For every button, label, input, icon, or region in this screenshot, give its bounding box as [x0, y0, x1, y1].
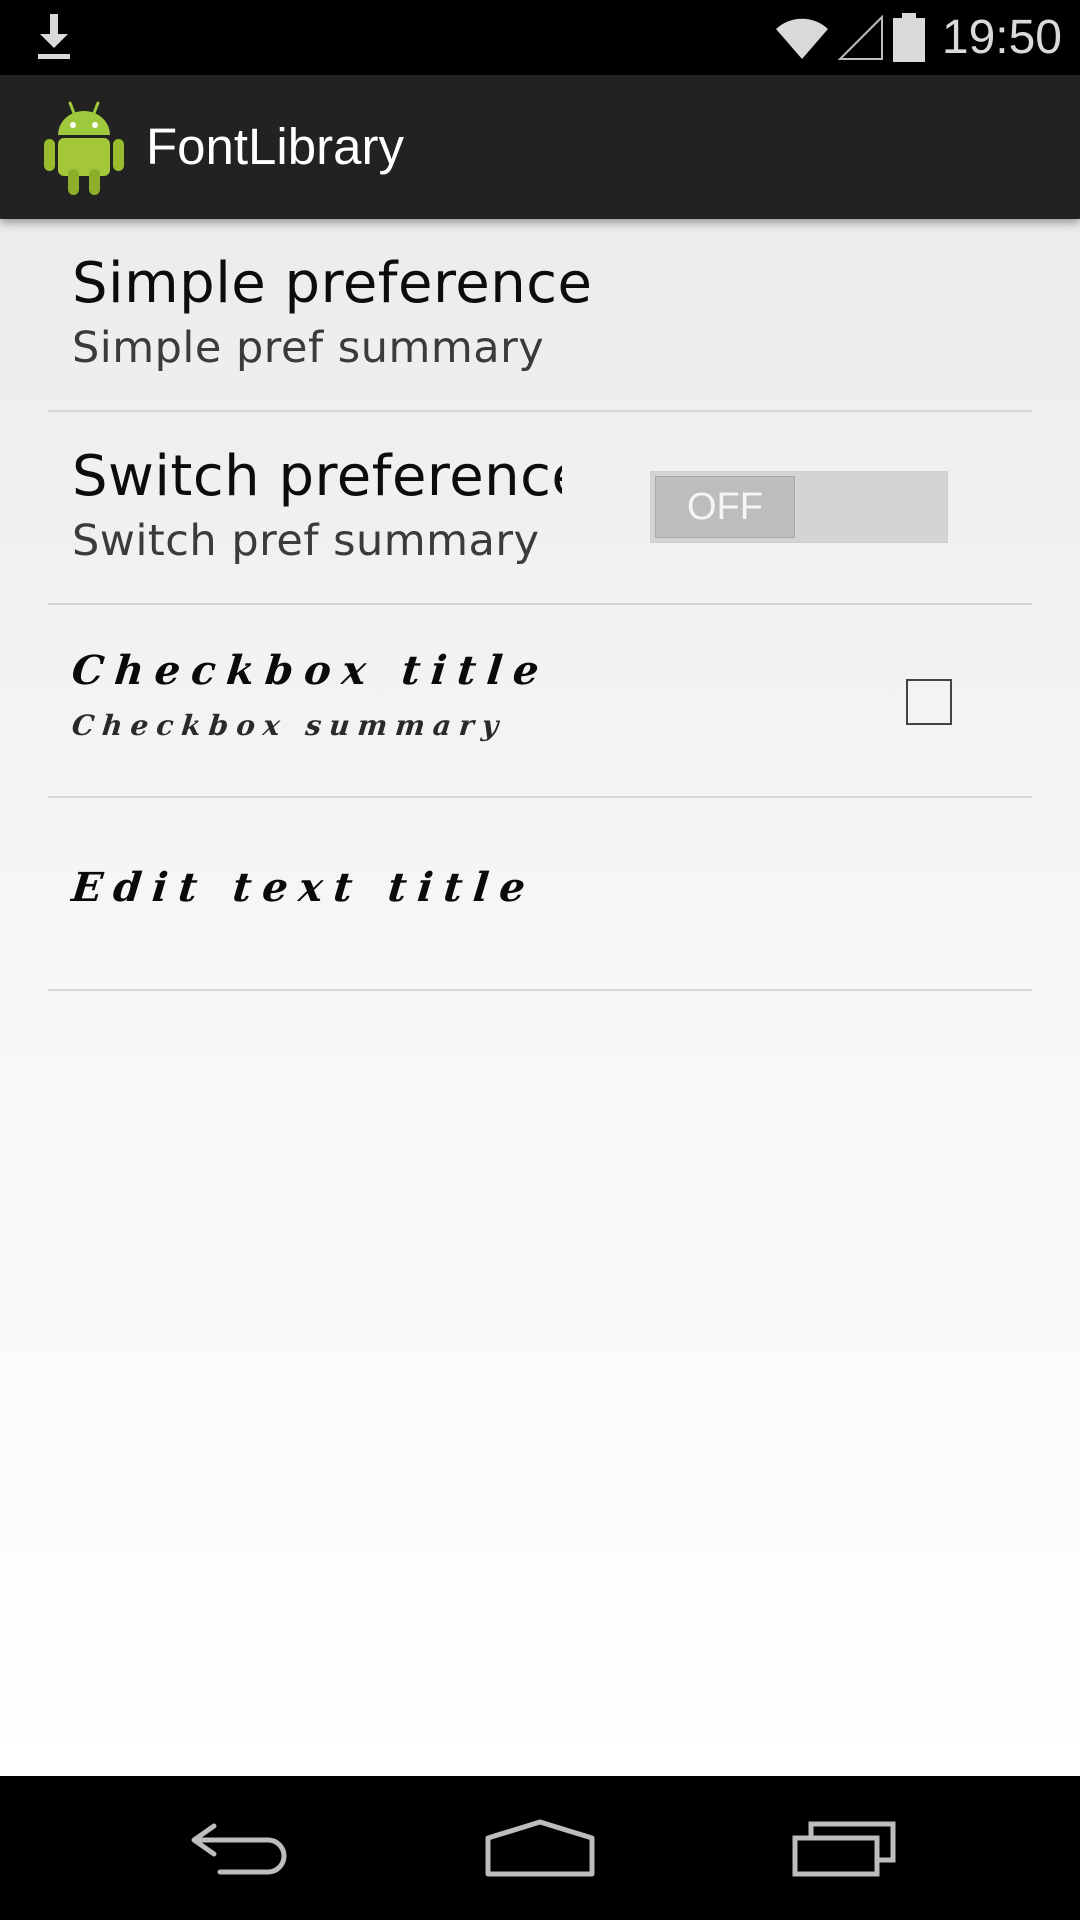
checkbox[interactable] [906, 679, 952, 725]
signal-icon [837, 14, 883, 60]
wifi-icon [775, 18, 828, 59]
back-icon [191, 1823, 287, 1875]
status-icons: 19:50 [774, 0, 1062, 75]
checkbox-preference-summary: Checkbox summary [70, 709, 508, 742]
switch-toggle[interactable]: OFF [650, 471, 948, 543]
home-button[interactable] [440, 1776, 640, 1920]
simple-preference-summary: Simple pref summary [72, 323, 545, 373]
status-bar: 19:50 [0, 0, 1080, 75]
simple-preference[interactable]: Simple preference Simple pref summary [48, 219, 1032, 412]
edit-text-preference[interactable]: Edit text title [48, 798, 1032, 991]
back-button[interactable] [140, 1776, 340, 1920]
status-time: 19:50 [941, 11, 1062, 64]
home-icon [485, 1819, 595, 1877]
app-title: FontLibrary [146, 118, 404, 175]
recent-apps-button[interactable] [744, 1776, 944, 1920]
switch-preference-title: Switch preference [72, 444, 562, 509]
switch-preference[interactable]: Switch preference Switch pref summary OF… [48, 412, 1032, 605]
action-bar: FontLibrary [0, 75, 1080, 219]
checkbox-preference-title: Checkbox title [69, 647, 553, 694]
edit-text-preference-title: Edit text title [69, 864, 539, 911]
navigation-bar [0, 1776, 1080, 1920]
preference-list: Simple preference Simple pref summary Sw… [0, 219, 1080, 1776]
recent-apps-icon [792, 1821, 896, 1877]
switch-thumb: OFF [655, 476, 795, 538]
checkbox-preference[interactable]: Checkbox title Checkbox summary [48, 605, 1032, 798]
battery-icon [892, 12, 925, 62]
download-icon [38, 14, 70, 59]
android-robot-icon[interactable] [44, 99, 124, 195]
simple-preference-title: Simple preference [72, 251, 593, 316]
switch-preference-summary: Switch pref summary [72, 516, 540, 566]
